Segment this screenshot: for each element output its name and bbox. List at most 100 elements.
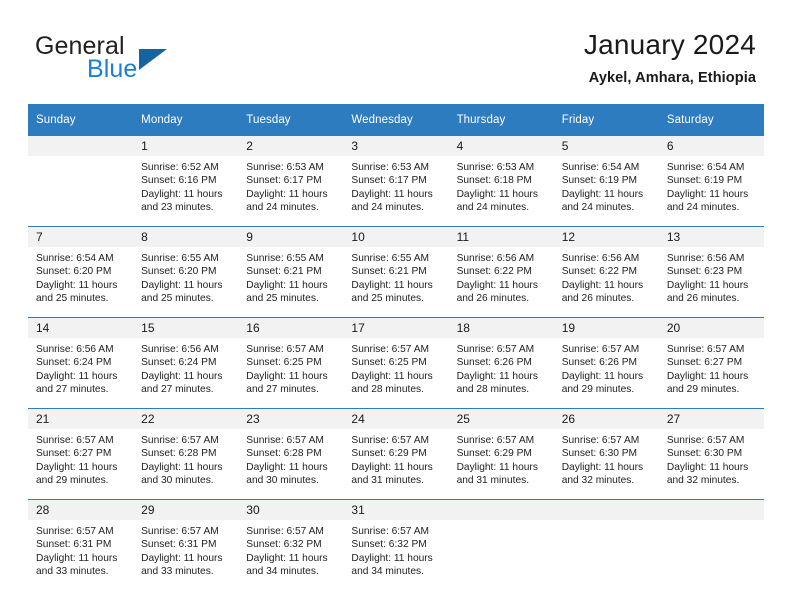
weekday-header-saturday: Saturday [658, 104, 764, 136]
day-cell-details: Sunrise: 6:57 AM Sunset: 6:31 PM Daylight:… [28, 520, 134, 579]
calendar-day-cell[interactable]: 16 Sunrise: 6:57 AM Sunset: 6:25 PM Dayligh… [238, 317, 344, 409]
calendar-day-cell[interactable]: 28 Sunrise: 6:57 AM Sunset: 6:31 PM Dayligh… [28, 499, 134, 590]
calendar-day-cell[interactable]: 2 Sunrise: 6:53 AM Sunset: 6:17 PM Daylight… [238, 135, 344, 227]
calendar-day-cell[interactable]: 6 Sunrise: 6:54 AM Sunset: 6:19 PM Daylight… [658, 135, 764, 227]
daylight-text: Daylight: 11 hours and 24 minutes. [351, 188, 433, 214]
sunrise-text: Sunrise: 6:56 AM [561, 253, 640, 264]
day-number: 19 [553, 318, 659, 338]
calendar-day-cell[interactable]: 5 Sunrise: 6:54 AM Sunset: 6:19 PM Daylight… [553, 135, 659, 227]
sunset-text: Sunset: 6:19 PM [561, 175, 638, 187]
calendar-day-cell[interactable]: 12 Sunrise: 6:56 AM Sunset: 6:22 PM Dayligh… [553, 226, 659, 318]
sunset-text: Sunset: 6:22 PM [456, 266, 532, 278]
calendar-day-cell-empty [28, 135, 134, 227]
sunrise-text: Sunrise: 6:57 AM [351, 344, 430, 355]
calendar-day-cell[interactable]: 18 Sunrise: 6:57 AM Sunset: 6:26 PM Dayligh… [448, 317, 554, 409]
sunset-text: Sunset: 6:17 PM [246, 175, 322, 187]
calendar-day-cell[interactable]: 3 Sunrise: 6:53 AM Sunset: 6:17 PM Daylight… [343, 135, 449, 227]
page-title: January 2024 [583, 29, 756, 60]
general-blue-logo[interactable]: General Blue [35, 32, 275, 88]
daylight-text: Daylight: 11 hours and 26 minutes. [561, 279, 644, 305]
sunset-text: Sunset: 6:21 PM [246, 266, 322, 278]
daylight-text: Daylight: 11 hours and 30 minutes. [246, 461, 328, 487]
weekday-header-sunday: Sunday [28, 104, 134, 136]
day-number: 1 [133, 136, 239, 156]
daylight-text: Daylight: 11 hours and 24 minutes. [246, 188, 328, 214]
calendar-day-cell[interactable]: 14 Sunrise: 6:56 AM Sunset: 6:24 PM Dayligh… [28, 317, 134, 409]
sunrise-text: Sunrise: 6:57 AM [36, 435, 114, 446]
calendar-day-cell[interactable]: 4 Sunrise: 6:53 AM Sunset: 6:18 PM Daylight… [448, 135, 554, 227]
sunrise-text: Sunrise: 6:57 AM [246, 344, 324, 355]
calendar-day-cell[interactable]: 9 Sunrise: 6:55 AM Sunset: 6:21 PM Daylight… [238, 226, 344, 318]
day-cell-details: Sunrise: 6:57 AM Sunset: 6:25 PM Daylight:… [343, 338, 449, 397]
sunset-text: Sunset: 6:24 PM [36, 357, 112, 369]
sunset-text: Sunset: 6:32 PM [246, 539, 322, 551]
day-number: 28 [28, 500, 134, 520]
day-cell-details: Sunrise: 6:57 AM Sunset: 6:32 PM Daylight:… [238, 520, 344, 579]
sunrise-text: Sunrise: 6:57 AM [141, 435, 219, 446]
day-cell-details: Sunrise: 6:54 AM Sunset: 6:19 PM Daylight:… [553, 156, 659, 215]
calendar-day-cell-empty [448, 499, 554, 590]
calendar-day-cell[interactable]: 30 Sunrise: 6:57 AM Sunset: 6:32 PM Dayligh… [238, 499, 344, 590]
sunset-text: Sunset: 6:17 PM [351, 175, 427, 187]
calendar-day-cell[interactable]: 19 Sunrise: 6:57 AM Sunset: 6:26 PM Dayligh… [553, 317, 659, 409]
calendar-day-cell[interactable]: 31 Sunrise: 6:57 AM Sunset: 6:32 PM Dayligh… [343, 499, 449, 590]
sunrise-text: Sunrise: 6:56 AM [666, 253, 745, 264]
calendar-day-cell[interactable]: 15 Sunrise: 6:56 AM Sunset: 6:24 PM Dayligh… [133, 317, 239, 409]
sunset-text: Sunset: 6:25 PM [246, 357, 322, 369]
sunrise-text: Sunrise: 6:57 AM [456, 344, 535, 355]
day-cell-details [658, 520, 764, 525]
day-number: 23 [238, 409, 344, 429]
daylight-text: Daylight: 11 hours and 34 minutes. [246, 552, 328, 578]
day-cell-details: Sunrise: 6:57 AM Sunset: 6:29 PM Daylight:… [343, 429, 449, 488]
day-cell-details: Sunrise: 6:57 AM Sunset: 6:27 PM Daylight:… [28, 429, 134, 488]
sunrise-text: Sunrise: 6:57 AM [456, 435, 535, 446]
sunrise-text: Sunrise: 6:57 AM [351, 435, 430, 446]
calendar-week-row: 28 Sunrise: 6:57 AM Sunset: 6:31 PM Dayligh… [28, 499, 764, 590]
sunrise-text: Sunrise: 6:57 AM [666, 435, 745, 446]
calendar-day-cell[interactable]: 11 Sunrise: 6:56 AM Sunset: 6:22 PM Dayligh… [448, 226, 554, 318]
calendar-day-cell[interactable]: 25 Sunrise: 6:57 AM Sunset: 6:29 PM Dayligh… [448, 408, 554, 500]
weekday-header-friday: Friday [553, 104, 659, 136]
daylight-text: Daylight: 11 hours and 24 minutes. [666, 188, 749, 214]
calendar-day-cell[interactable]: 7 Sunrise: 6:54 AM Sunset: 6:20 PM Daylight… [28, 226, 134, 318]
sunrise-text: Sunrise: 6:53 AM [351, 162, 430, 173]
day-number: 6 [658, 136, 764, 156]
calendar-day-cell[interactable]: 22 Sunrise: 6:57 AM Sunset: 6:28 PM Dayligh… [133, 408, 239, 500]
sunset-text: Sunset: 6:25 PM [351, 357, 427, 369]
calendar-day-cell[interactable]: 24 Sunrise: 6:57 AM Sunset: 6:29 PM Dayligh… [343, 408, 449, 500]
calendar-week-row: 7 Sunrise: 6:54 AM Sunset: 6:20 PM Daylight… [28, 226, 764, 318]
calendar-day-cell[interactable]: 20 Sunrise: 6:57 AM Sunset: 6:27 PM Dayligh… [658, 317, 764, 409]
day-number: 5 [553, 136, 659, 156]
daylight-text: Daylight: 11 hours and 25 minutes. [246, 279, 328, 305]
day-cell-details: Sunrise: 6:54 AM Sunset: 6:19 PM Daylight:… [658, 156, 764, 215]
sunrise-text: Sunrise: 6:57 AM [246, 526, 324, 537]
day-cell-details: Sunrise: 6:52 AM Sunset: 6:16 PM Daylight:… [133, 156, 239, 215]
calendar-day-cell[interactable]: 13 Sunrise: 6:56 AM Sunset: 6:23 PM Dayligh… [658, 226, 764, 318]
calendar-day-cell[interactable]: 1 Sunrise: 6:52 AM Sunset: 6:16 PM Daylight… [133, 135, 239, 227]
sunrise-text: Sunrise: 6:57 AM [561, 344, 640, 355]
sunrise-text: Sunrise: 6:55 AM [351, 253, 430, 264]
calendar-day-cell[interactable]: 23 Sunrise: 6:57 AM Sunset: 6:28 PM Dayligh… [238, 408, 344, 500]
calendar-day-cell[interactable]: 21 Sunrise: 6:57 AM Sunset: 6:27 PM Dayligh… [28, 408, 134, 500]
sunrise-text: Sunrise: 6:56 AM [456, 253, 535, 264]
day-cell-details: Sunrise: 6:57 AM Sunset: 6:29 PM Daylight:… [448, 429, 554, 488]
day-number: 27 [658, 409, 764, 429]
calendar-day-cell[interactable]: 8 Sunrise: 6:55 AM Sunset: 6:20 PM Daylight… [133, 226, 239, 318]
sunrise-text: Sunrise: 6:54 AM [561, 162, 640, 173]
sunset-text: Sunset: 6:28 PM [141, 448, 217, 460]
calendar-day-cell[interactable]: 26 Sunrise: 6:57 AM Sunset: 6:30 PM Dayligh… [553, 408, 659, 500]
weekday-header-wednesday: Wednesday [343, 104, 449, 136]
sunrise-text: Sunrise: 6:53 AM [456, 162, 535, 173]
day-cell-details [448, 520, 554, 525]
calendar-day-cell[interactable]: 27 Sunrise: 6:57 AM Sunset: 6:30 PM Dayligh… [658, 408, 764, 500]
day-cell-details [28, 156, 134, 161]
calendar-day-cell[interactable]: 17 Sunrise: 6:57 AM Sunset: 6:25 PM Dayligh… [343, 317, 449, 409]
calendar-day-cell[interactable]: 10 Sunrise: 6:55 AM Sunset: 6:21 PM Dayligh… [343, 226, 449, 318]
daylight-text: Daylight: 11 hours and 34 minutes. [351, 552, 433, 578]
day-cell-details: Sunrise: 6:57 AM Sunset: 6:32 PM Daylight:… [343, 520, 449, 579]
sunset-text: Sunset: 6:26 PM [456, 357, 532, 369]
day-number: 12 [553, 227, 659, 247]
day-number: 9 [238, 227, 344, 247]
calendar-day-cell[interactable]: 29 Sunrise: 6:57 AM Sunset: 6:31 PM Dayligh… [133, 499, 239, 590]
day-number: 16 [238, 318, 344, 338]
